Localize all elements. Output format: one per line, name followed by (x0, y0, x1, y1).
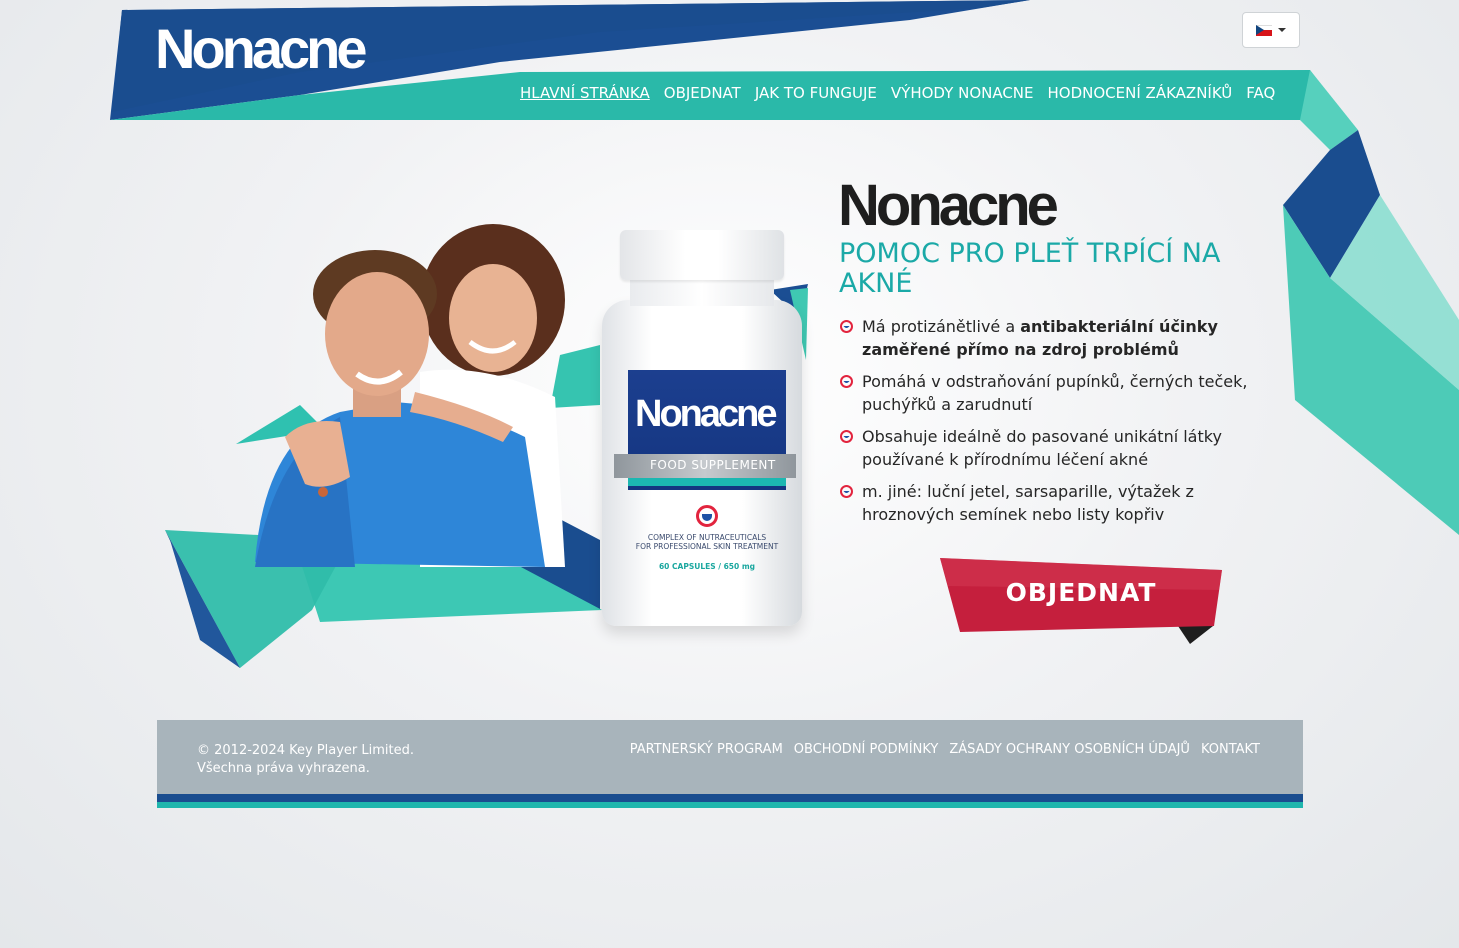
footer-link-partnersky-program[interactable]: PARTNERSKÝ PROGRAM (630, 742, 783, 757)
feature-text: m. jiné: luční jetel, sarsaparille, výta… (862, 482, 1194, 524)
language-selector[interactable] (1242, 12, 1300, 48)
bullet-icon (840, 375, 853, 388)
order-button-label: OBJEDNAT (1005, 578, 1157, 607)
brand-mark-icon (696, 505, 718, 527)
chevron-down-icon (1278, 28, 1286, 32)
nav-item-objednat[interactable]: OBJEDNAT (664, 84, 741, 102)
bottle-desc-line2: FOR PROFESSIONAL SKIN TREATMENT (635, 542, 779, 551)
footer-stripe-teal (157, 802, 1303, 808)
feature-text: Má protizánětlivé a (862, 317, 1021, 336)
product-bottle: Nonacne FOOD SUPPLEMENT COMPLEX OF NUTRA… (602, 230, 802, 628)
bottle-brand: Nonacne (635, 393, 777, 435)
feature-item: m. jiné: luční jetel, sarsaparille, výta… (840, 480, 1260, 526)
feature-text: Obsahuje ideálně do pasované unikátní lá… (862, 427, 1222, 469)
czech-flag-icon (1256, 24, 1272, 36)
footer-stripe-navy (157, 794, 1303, 802)
couple-photo (255, 224, 565, 567)
feature-item: Pomáhá v odstraňování pupínků, černých t… (840, 370, 1260, 416)
main-nav: HLAVNÍ STRÁNKA OBJEDNAT JAK TO FUNGUJE V… (520, 84, 1275, 102)
feature-text: Pomáhá v odstraňování pupínků, černých t… (862, 372, 1248, 414)
footer-link-obchodni-podminky[interactable]: OBCHODNÍ PODMÍNKY (794, 742, 939, 757)
footer-nav: PARTNERSKÝ PROGRAM OBCHODNÍ PODMÍNKY ZÁS… (630, 742, 1260, 757)
nav-item-faq[interactable]: FAQ (1246, 84, 1275, 102)
bottle-neck (630, 278, 774, 306)
footer: © 2012-2024 Key Player Limited. Všechna … (157, 720, 1303, 794)
nav-item-hlavni-stranka[interactable]: HLAVNÍ STRÁNKA (520, 84, 650, 102)
nav-item-jak-to-funguje[interactable]: JAK TO FUNGUJE (755, 84, 877, 102)
bottle-capsules: 60 CAPSULES / 650 mg (658, 562, 756, 571)
bottle-desc-line1: COMPLEX OF NUTRACEUTICALS (647, 533, 767, 542)
copyright-line1: © 2012-2024 Key Player Limited. (197, 743, 415, 758)
nav-item-vyhody-nonacne[interactable]: VÝHODY NONACNE (891, 84, 1034, 102)
bullet-icon (840, 485, 853, 498)
feature-item: Má protizánětlivé a antibakteriální účin… (840, 315, 1260, 361)
site-logo[interactable]: Nonacne (155, 16, 367, 81)
feature-item: Obsahuje ideálně do pasované unikátní lá… (840, 425, 1260, 471)
hero-headline: POMOC PRO PLEŤ TRPÍCÍ NA AKNÉ (839, 238, 1221, 299)
order-button[interactable]: OBJEDNAT (938, 556, 1228, 646)
bottle-band-text: FOOD SUPPLEMENT (650, 458, 776, 472)
feature-list: Má protizánětlivé a antibakteriální účin… (840, 315, 1260, 535)
footer-link-zasady-ochrany[interactable]: ZÁSADY OCHRANY OSOBNÍCH ÚDAJŮ (949, 742, 1190, 757)
bullet-icon (840, 430, 853, 443)
bullet-icon (840, 320, 853, 333)
footer-link-kontakt[interactable]: KONTAKT (1201, 742, 1260, 757)
bottle-cap (620, 230, 784, 280)
copyright: © 2012-2024 Key Player Limited. Všechna … (197, 742, 414, 778)
bottle-band: FOOD SUPPLEMENT (614, 454, 796, 478)
product-logo: Nonacne (838, 173, 1059, 238)
copyright-line2: Všechna práva vyhrazena. (197, 761, 370, 776)
bottle-teal-strip (628, 478, 786, 486)
nav-item-hodnoceni-zakazniku[interactable]: HODNOCENÍ ZÁKAZNÍKŮ (1048, 84, 1233, 102)
